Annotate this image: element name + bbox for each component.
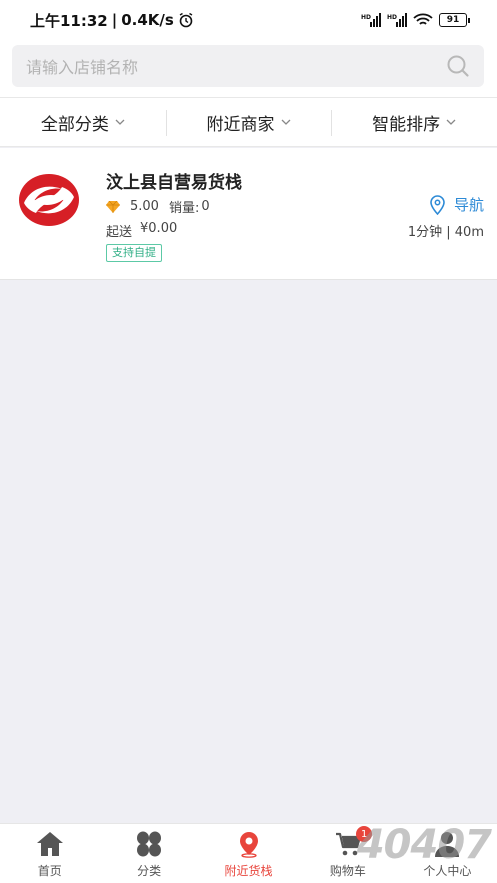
tab-category[interactable]: 分类	[99, 824, 198, 883]
filter-nearby[interactable]: 附近商家	[165, 98, 332, 146]
filter-sort[interactable]: 智能排序	[331, 98, 497, 146]
chevron-down-icon	[281, 119, 290, 125]
tab-nearby-label: 附近货栈	[224, 864, 273, 878]
map-pin-icon	[430, 194, 445, 215]
bottom-tab-bar: 首页 分类 附近货栈 1 购物车 个人中心	[0, 823, 497, 883]
tab-home-label: 首页	[37, 864, 62, 878]
signal-icon: HD	[361, 13, 381, 27]
sales-value: 0	[201, 199, 210, 214]
cart-badge: 1	[356, 826, 373, 842]
tab-cart[interactable]: 1 购物车	[298, 824, 397, 883]
tab-cart-label: 购物车	[329, 864, 366, 878]
user-icon	[435, 832, 460, 857]
filter-category-label: 全部分类	[40, 114, 109, 135]
search-placeholder: 请输入店铺名称	[26, 58, 139, 77]
min-order-label: 起送	[106, 225, 133, 240]
search-icon[interactable]	[446, 54, 470, 78]
sales-label: 销量:	[168, 201, 200, 216]
navigate-button[interactable]: 导航	[429, 194, 484, 215]
location-icon	[239, 832, 258, 858]
filter-nearby-label: 附近商家	[206, 114, 275, 135]
status-time: 上午11:32	[30, 11, 108, 30]
filter-sort-label: 智能排序	[372, 114, 441, 135]
filter-bar: 全部分类 附近商家 智能排序	[0, 97, 497, 147]
svg-text:HD: HD	[387, 14, 397, 21]
battery-indicator: 91	[439, 13, 470, 27]
store-card[interactable]: 汶上县自营易货栈 5.00 销量: 0 起送 ¥0.00 支持自提 导航 1分钟…	[0, 148, 497, 280]
chevron-down-icon	[115, 119, 125, 125]
filter-category[interactable]: 全部分类	[0, 98, 166, 146]
search-bar: 请输入店铺名称	[0, 40, 497, 97]
pickup-tag: 支持自提	[106, 244, 162, 262]
status-bar: 上午11:32 | 0.4K/s HD HD 91	[0, 0, 497, 40]
store-name[interactable]: 汶上县自营易货栈	[106, 168, 242, 193]
diamond-icon	[106, 200, 120, 213]
tab-profile-label: 个人中心	[423, 864, 472, 878]
tab-profile[interactable]: 个人中心	[398, 824, 497, 883]
signal-icon-2: HD	[387, 13, 407, 27]
rating-row: 5.00 销量: 0	[106, 197, 210, 216]
min-order-row: 起送 ¥0.00	[106, 221, 177, 240]
wifi-icon	[413, 13, 433, 25]
navigate-label: 导航	[453, 196, 484, 214]
store-distance: 1分钟 | 40m	[407, 225, 484, 240]
chevron-down-icon	[446, 119, 456, 125]
home-icon	[36, 832, 63, 856]
tab-category-label: 分类	[137, 864, 162, 878]
svg-text:HD: HD	[361, 14, 371, 21]
search-input[interactable]: 请输入店铺名称	[12, 45, 484, 87]
category-icon	[137, 831, 162, 857]
status-network-speed: 0.4K/s	[121, 11, 174, 29]
tab-home[interactable]: 首页	[0, 824, 99, 883]
store-rating: 5.00	[130, 199, 159, 214]
alarm-icon	[179, 12, 193, 28]
store-logo	[19, 174, 79, 226]
min-order-value: ¥0.00	[140, 221, 178, 236]
tab-nearby[interactable]: 附近货栈	[199, 824, 298, 883]
